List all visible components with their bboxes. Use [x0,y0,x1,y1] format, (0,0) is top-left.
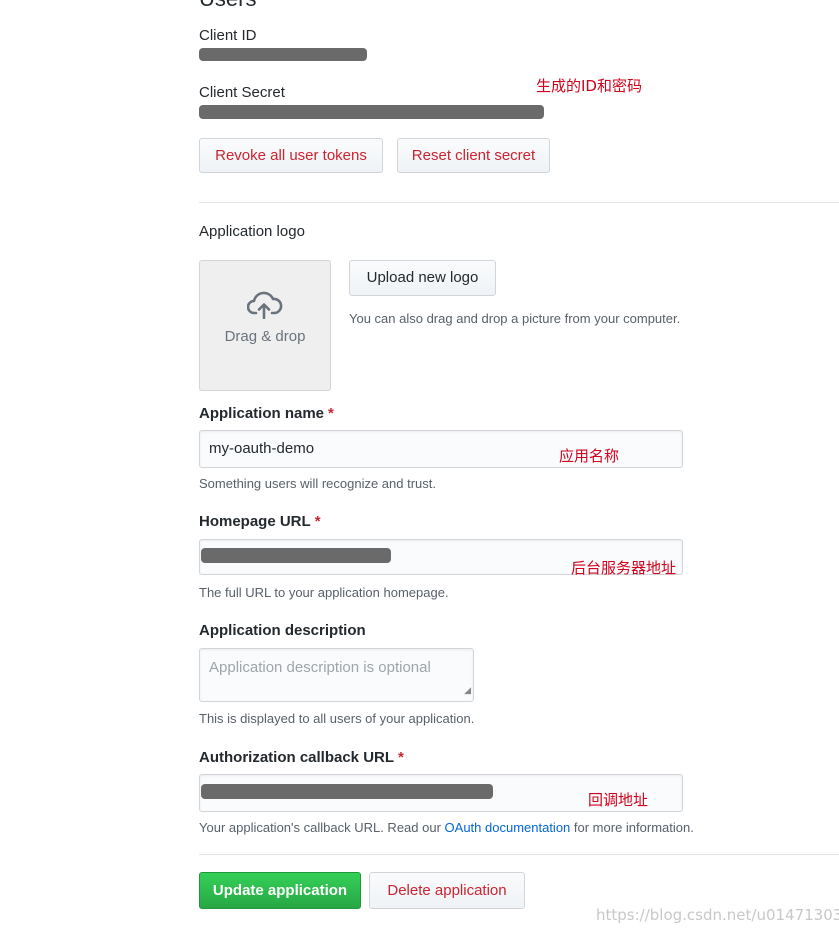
homepage-url-label-text: Homepage URL [199,513,311,530]
annotation-app-name: 应用名称 [559,447,620,465]
required-mark: * [314,513,321,530]
logo-hint: You can also drag and drop a picture fro… [349,311,681,326]
logo-dropzone[interactable]: Drag & drop [199,260,331,391]
homepage-url-label: Homepage URL * [199,513,321,530]
resize-handle-icon[interactable]: ◢ [464,680,471,700]
app-name-label-text: Application name [199,405,325,422]
app-description-placeholder: Application description is optional [209,659,431,676]
delete-application-button[interactable]: Delete application [369,872,525,909]
required-mark: * [328,405,334,422]
callback-url-redacted [201,784,493,799]
annotation-callback: 回调地址 [588,791,649,809]
revoke-tokens-button[interactable]: Revoke all user tokens [199,138,383,173]
app-name-value: my-oauth-demo [209,440,315,457]
client-secret-label: Client Secret [199,84,285,101]
divider-top [199,202,839,203]
homepage-url-redacted [201,548,391,563]
app-description-label: Application description [199,622,366,639]
required-mark: * [398,749,404,766]
callback-url-help: Your application's callback URL. Read ou… [199,820,694,835]
app-name-help: Something users will recognize and trust… [199,476,437,491]
reset-secret-button[interactable]: Reset client secret [397,138,550,173]
app-logo-label: Application logo [199,223,305,240]
upload-logo-button[interactable]: Upload new logo [349,260,496,296]
annotation-backend: 后台服务器地址 [571,559,677,577]
divider-bottom [199,854,839,855]
annotation-generated: 生成的ID和密码 [536,77,642,95]
app-name-label: Application name * [199,405,334,422]
update-application-button[interactable]: Update application [199,872,361,909]
app-description-textarea[interactable]: Application description is optional ◢ [199,648,474,702]
client-secret-redacted [199,105,544,119]
client-id-label: Client ID [199,27,257,44]
app-description-help: This is displayed to all users of your a… [199,711,475,726]
page-title-partial: Users [199,0,256,12]
oauth-documentation-link[interactable]: OAuth documentation [445,820,571,835]
callback-help-text: Your application's callback URL. Read ou… [199,820,445,835]
callback-url-label-text: Authorization callback URL [199,749,395,766]
drag-drop-text: Drag & drop [224,328,306,345]
watermark: https://blog.csdn.net/u014713031 [596,906,839,924]
callback-url-label: Authorization callback URL * [199,749,404,766]
callback-help-text-end: for more information. [570,820,694,835]
homepage-url-help: The full URL to your application homepag… [199,585,449,600]
cloud-upload-icon [246,291,283,322]
client-id-redacted [199,48,367,61]
